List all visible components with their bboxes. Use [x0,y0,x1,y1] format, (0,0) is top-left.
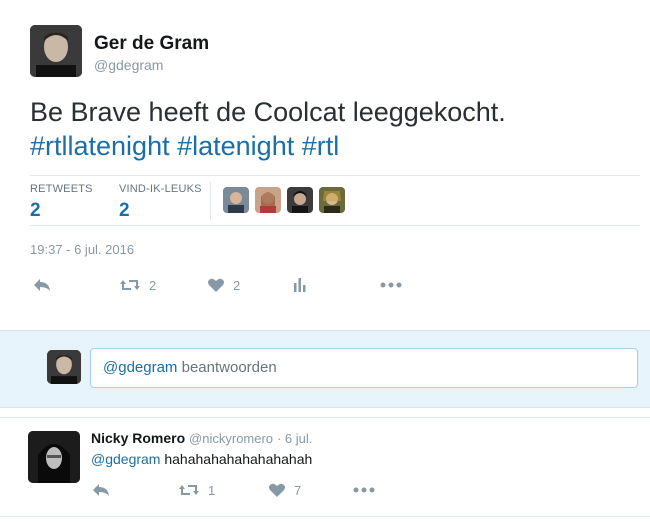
reply-text: @gdegram hahahahahahahahahah [91,451,312,467]
liker-avatar[interactable] [319,187,345,213]
divider [0,516,650,517]
author-avatar[interactable] [30,25,82,77]
reply-header: Nicky Romero @nickyromero · 6 jul. [91,430,312,446]
retweets-stat[interactable]: RETWEETS 2 [30,183,93,222]
hashtag-link[interactable]: #rtl [302,131,340,161]
author-name[interactable]: Ger de Gram [94,33,209,55]
retweets-label: RETWEETS [30,183,93,195]
reply-button[interactable] [32,277,52,293]
reply-date[interactable]: · 6 jul. [277,431,312,446]
retweets-count: 2 [30,200,41,221]
like-button[interactable]: 2 [207,277,240,293]
tweet-hashtags: #rtllatenight #latenight #rtl [30,129,630,163]
analytics-icon [294,278,306,292]
current-user-avatar [47,350,81,384]
divider [30,225,640,226]
reply-like-count: 7 [294,482,302,498]
hashtag-link[interactable]: #rtllatenight [30,131,170,161]
reply-retweet-count: 1 [208,482,216,498]
tweet-timestamp[interactable]: 19:37 - 6 jul. 2016 [30,242,134,257]
reply-reply-button[interactable] [91,482,111,498]
heart-icon [208,278,224,292]
reply-mention[interactable]: @gdegram [91,451,160,467]
reply-input[interactable]: @gdegram beantwoorden [90,348,638,388]
reply-more-button[interactable] [353,482,375,498]
liker-avatar[interactable] [223,187,249,213]
tweet-text: Be Brave heeft de Coolcat leeggekocht. #… [30,95,630,163]
likes-count: 2 [119,200,130,221]
likes-label: VIND-IK-LEUKS [119,183,202,195]
tweet-body: Be Brave heeft de Coolcat leeggekocht. [30,97,506,127]
more-icon [380,282,402,288]
retweet-button[interactable]: 2 [119,277,156,293]
reply-input-mention: @gdegram [103,359,178,376]
reply-author-avatar[interactable] [28,431,80,483]
like-count: 2 [233,277,241,293]
reply-box-section: @gdegram beantwoorden [0,330,650,408]
divider [30,175,640,176]
more-button[interactable] [380,277,402,293]
retweet-count: 2 [149,277,157,293]
reply-author-handle[interactable]: @nickyromero [189,431,273,446]
analytics-button[interactable] [292,277,308,293]
liker-avatar[interactable] [255,187,281,213]
liker-avatar[interactable] [287,187,313,213]
reply-icon [34,279,50,291]
likers-avatars [223,187,345,213]
reply-input-placeholder: beantwoorden [177,359,277,376]
reply-like-button[interactable]: 7 [268,482,301,498]
reply-body: hahahahahahahahahah [160,451,313,467]
divider [0,417,650,418]
likes-stat[interactable]: VIND-IK-LEUKS 2 [119,183,202,222]
hashtag-link[interactable]: #latenight [177,131,294,161]
reply-retweet-button[interactable]: 1 [178,482,215,498]
reply-icon [93,484,109,496]
stats-separator [210,182,211,220]
reply-author-name[interactable]: Nicky Romero [91,430,185,446]
author-handle[interactable]: @gdegram [94,57,163,73]
more-icon [353,487,375,493]
retweet-icon [120,280,140,290]
heart-icon [269,483,285,497]
retweet-icon [179,485,199,495]
